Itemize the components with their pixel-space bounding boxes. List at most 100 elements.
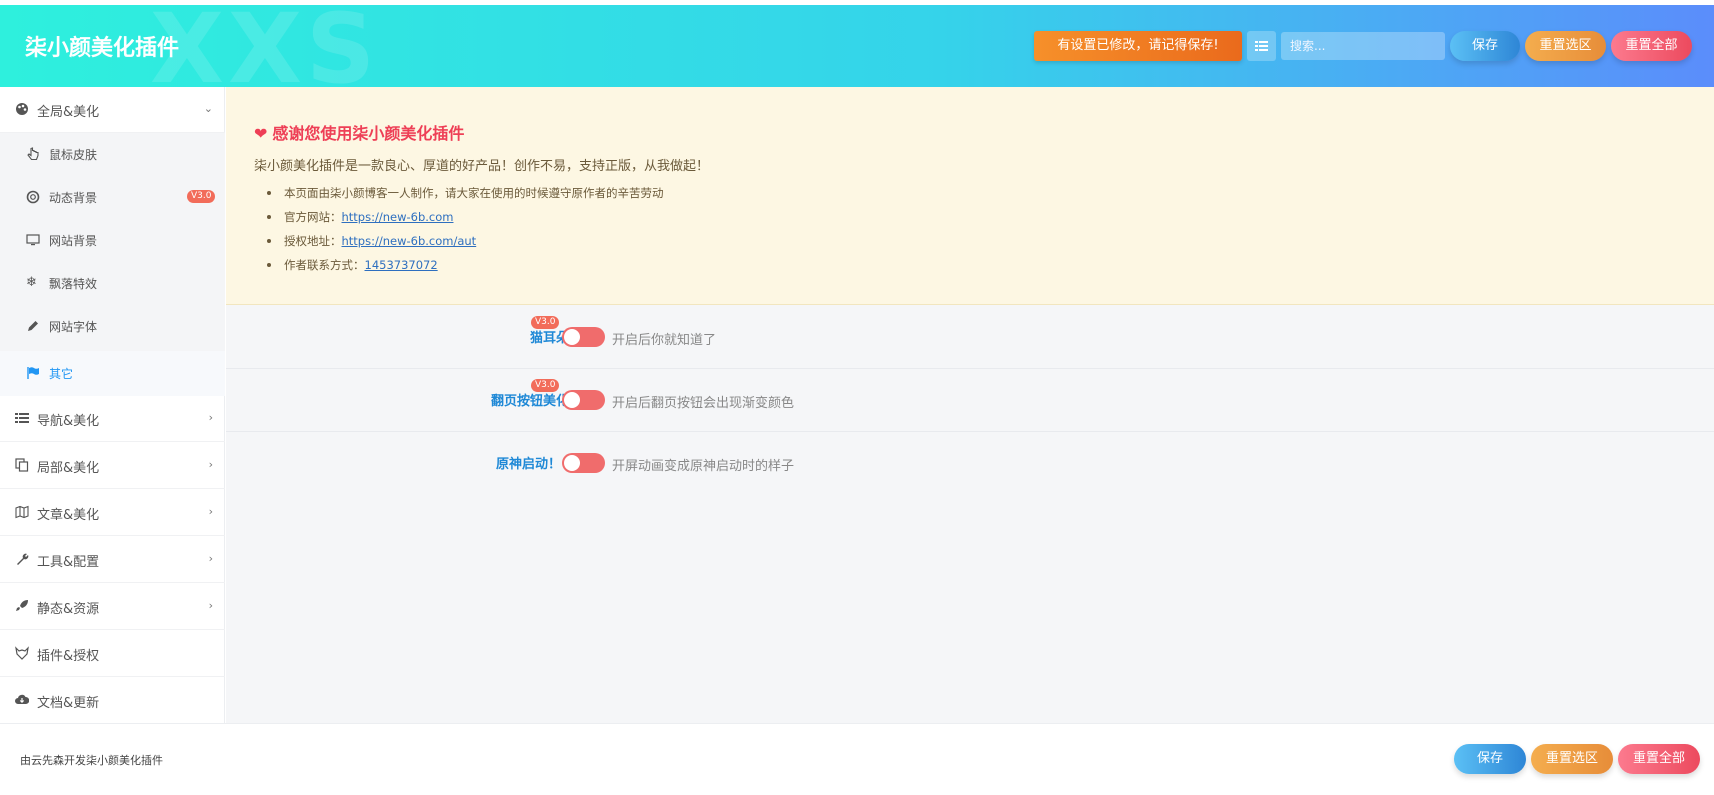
sidebar-item-static[interactable]: 静态&资源 › [0,584,225,630]
sidebar-subitem-falling[interactable]: ❄ 飘落特效 [0,262,225,305]
puzzle-fox-icon [15,646,29,660]
sidebar-item-label: 局部&美化 [37,461,100,476]
toggle-knob [564,455,580,471]
sidebar-subitem-font[interactable]: 网站字体 [0,305,225,348]
sidebar-item-label: 插件&授权 [37,649,100,664]
author-contact-link[interactable]: 1453737072 [365,258,438,272]
footer-reset-all-button[interactable]: 重置全部 [1618,744,1700,774]
app-title: 柒小颜美化插件 [25,36,180,61]
rocket-icon [16,600,28,611]
sidebar-subitem-dynbg[interactable]: 动态背景 V3.0 [0,176,225,219]
expand-list-button[interactable] [1247,31,1276,61]
footer-bar: 由云先森开发柒小颜美化插件 保存 重置选区 重置全部 [0,723,1714,795]
sidebar-item-article[interactable]: 文章&美化 › [0,490,225,536]
genshin-splash-toggle[interactable] [562,453,605,473]
unsaved-notice: 有设置已修改，请记得保存! [1034,31,1242,61]
sidebar-subitem-label: 其它 [49,367,74,381]
chevron-right-icon: › [208,505,213,518]
sidebar-item-global[interactable]: 全局&美化 ⌄ [0,87,225,133]
list-item: 官方网站：https://new-6b.com [254,205,954,229]
list-item-text: 本页面由柒小颜博客一人制作，请大家在使用的时候遵守原作者的辛苦劳动 [284,186,664,200]
map-icon [15,505,29,519]
cat-ears-toggle[interactable] [562,327,605,347]
toggle-knob [564,392,580,408]
list-item-text: 官方网站： [284,210,342,224]
reset-section-button[interactable]: 重置选区 [1525,31,1606,61]
sidebar-subitem-label: 飘落特效 [49,277,98,291]
palette-icon [16,103,28,115]
thanks-title-text: 感谢您使用柒小颜美化插件 [272,124,465,143]
list-item: 本页面由柒小颜博客一人制作，请大家在使用的时候遵守原作者的辛苦劳动 [254,181,954,205]
sidebar-item-tools[interactable]: 工具&配置 › [0,537,225,583]
main-panel: ❤ 感谢您使用柒小颜美化插件 柒小颜美化插件是一款良心、厚道的好产品！创作不易，支… [226,87,1714,723]
sidebar-item-label: 导航&美化 [37,414,100,429]
chevron-right-icon: › [208,411,213,424]
thanks-panel: ❤ 感谢您使用柒小颜美化插件 柒小颜美化插件是一款良心、厚道的好产品！创作不易，支… [226,87,1714,305]
snowflake-icon: ❄ [26,275,37,290]
footer-save-button[interactable]: 保存 [1454,744,1526,774]
option-row-pagination: 翻页按钮美化 V3.0 开启后翻页按钮会出现渐变颜色 [226,369,1714,432]
wrench-icon [17,553,29,565]
pointer-hand-icon [27,147,39,161]
sidebar-item-label: 文章&美化 [37,508,100,523]
sidebar-subitem-other[interactable]: 其它 [0,351,225,396]
pen-icon [28,321,38,331]
sidebar-item-nav[interactable]: 导航&美化 › [0,396,225,442]
list-item-text: 授权地址： [284,234,342,248]
version-badge: V3.0 [531,316,560,329]
version-badge: V3.0 [187,190,216,203]
heart-icon: ❤ [254,124,268,143]
sidebar-subitem-label: 网站字体 [49,320,98,334]
sidebar: 全局&美化 ⌄ 鼠标皮肤 动态背景 V3.0 网站背景 ❄ 飘落特效 网站字体 … [0,87,225,723]
copy-icon [15,458,29,472]
header-bar: XXS 柒小颜美化插件 有设置已修改，请记得保存! 保存 重置选区 重置全部 [0,5,1714,87]
pagination-style-toggle[interactable] [562,390,605,410]
sidebar-item-label: 文档&更新 [37,696,100,711]
footer-reset-section-button[interactable]: 重置选区 [1531,744,1613,774]
toggle-knob [564,329,580,345]
list-item-text: 作者联系方式： [284,258,365,272]
sidebar-subitem-label: 动态背景 [49,191,98,205]
thanks-subtitle: 柒小颜美化插件是一款良心、厚道的好产品！创作不易，支持正版，从我做起！ [254,159,710,174]
option-label: 原神启动！ [495,457,561,472]
option-description: 开屏动画变成原神启动时的样子 [612,459,795,474]
life-ring-icon [26,190,40,204]
thanks-title: ❤ 感谢您使用柒小颜美化插件 [254,120,464,144]
sidebar-item-plugin[interactable]: 插件&授权 [0,631,225,677]
thanks-list: 本页面由柒小颜博客一人制作，请大家在使用的时候遵守原作者的辛苦劳动 官方网站：h… [254,181,954,277]
option-description: 开启后翻页按钮会出现渐变颜色 [612,396,795,411]
sidebar-subitem-sitebg[interactable]: 网站背景 [0,219,225,262]
list-icon [1255,41,1268,51]
submenu-global: 鼠标皮肤 动态背景 V3.0 网站背景 ❄ 飘落特效 网站字体 [0,133,225,351]
chevron-right-icon: › [208,458,213,471]
sidebar-subitem-label: 网站背景 [49,234,98,248]
header-watermark: XXS [150,5,380,87]
sidebar-subitem-cursor[interactable]: 鼠标皮肤 [0,133,225,176]
desktop-icon [26,234,40,246]
version-badge: V3.0 [531,379,560,392]
save-button[interactable]: 保存 [1450,31,1520,61]
cloud-download-icon [15,694,29,704]
sidebar-item-label: 静态&资源 [37,602,100,617]
option-row-genshin: 原神启动！ 开屏动画变成原神启动时的样子 [226,432,1714,495]
official-site-link[interactable]: https://new-6b.com [342,210,454,224]
chevron-right-icon: › [208,599,213,612]
footer-credit: 由云先森开发柒小颜美化插件 [20,754,163,767]
list-item: 授权地址：https://new-6b.com/aut [254,229,954,253]
chevron-down-icon: ⌄ [203,102,213,115]
chevron-right-icon: › [208,552,213,565]
option-row-cat-ears: 猫耳朵 V3.0 开启后你就知道了 [226,306,1714,369]
list-item: 作者联系方式：1453737072 [254,253,954,277]
search-input[interactable] [1281,32,1445,60]
sidebar-item-label: 全局&美化 [37,105,100,120]
option-description: 开启后你就知道了 [612,333,717,348]
flag-icon [27,367,39,379]
option-label: 翻页按钮美化 [490,394,569,409]
auth-url-link[interactable]: https://new-6b.com/aut [342,234,477,248]
reset-all-button[interactable]: 重置全部 [1611,31,1692,61]
sidebar-item-docs[interactable]: 文档&更新 [0,678,225,724]
list-icon [15,413,29,423]
sidebar-item-label: 工具&配置 [37,555,100,570]
sidebar-subitem-label: 鼠标皮肤 [49,148,98,162]
sidebar-item-local[interactable]: 局部&美化 › [0,443,225,489]
